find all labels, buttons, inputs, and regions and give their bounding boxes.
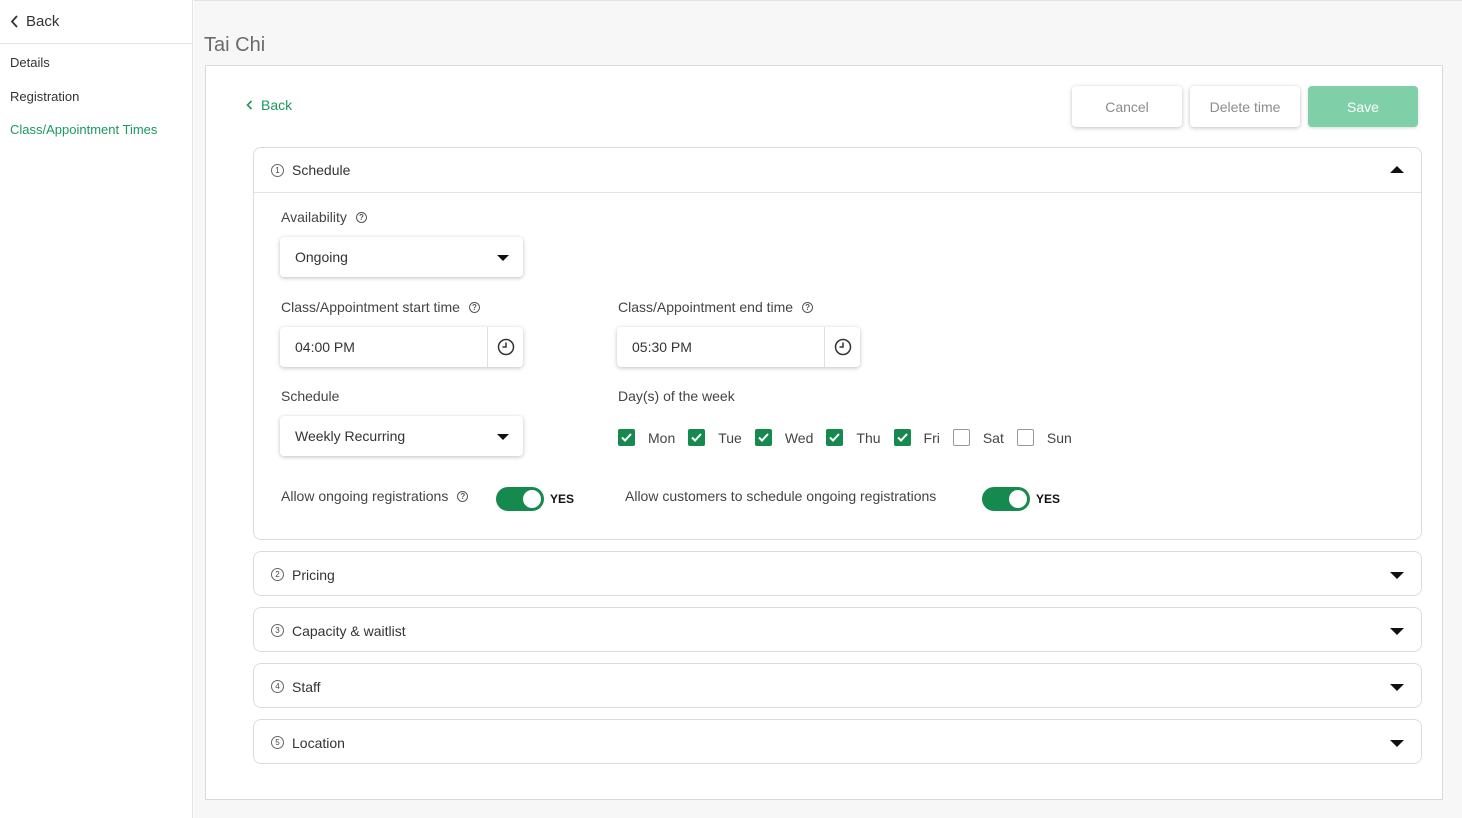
end-time-input[interactable]: 05:30 PM [617,327,860,367]
day-label: Fri [923,429,940,446]
help-icon[interactable]: ? [802,301,814,313]
day-checkbox-wed[interactable]: Wed [754,429,814,446]
end-time-label-text: Class/Appointment end time [618,299,794,315]
caret-down-icon [1390,740,1404,747]
start-time-label: Class/Appointment start time ? [281,299,480,315]
chevron-left-icon [10,15,18,28]
caret-down-icon [1390,628,1404,635]
day-label: Tue [718,429,742,446]
caret-down-icon [1390,684,1404,691]
schedule-label: Schedule [281,388,340,404]
back-link[interactable]: Back [246,97,292,113]
caret-down-icon [1390,572,1404,579]
availability-select[interactable]: Ongoing [280,237,523,277]
day-checkbox-sat[interactable]: Sat [952,429,1004,446]
toggle-knob [1009,490,1027,508]
checkbox-checked-icon[interactable] [688,429,706,446]
step-number-badge: 2 [271,568,284,581]
checkbox-checked-icon[interactable] [893,429,911,446]
day-checkbox-fri[interactable]: Fri [893,429,940,446]
dropdown-arrow-icon [497,255,509,261]
checkbox-unchecked-icon[interactable] [1016,429,1034,446]
step-number-badge: 5 [271,736,284,749]
section-location: 5 Location [253,719,1422,764]
customer-schedule-toggle[interactable] [982,487,1030,511]
section-pricing-header[interactable]: 2 Pricing [254,552,1421,597]
customer-schedule-toggle-wrap: YES [982,487,1060,511]
availability-value: Ongoing [295,249,348,265]
cancel-button[interactable]: Cancel [1072,86,1182,127]
section-schedule: 1 Schedule Availability ? Ongoing Class/… [253,147,1422,540]
sidebar-item-class-appointment-times[interactable]: Class/Appointment Times [0,122,157,137]
back-link-label: Back [261,97,293,113]
page-title: Tai Chi [204,34,266,56]
availability-label-text: Availability [281,209,347,225]
checkbox-checked-icon[interactable] [754,429,772,446]
section-capacity-waitlist: 3 Capacity & waitlist [253,607,1422,652]
day-checkbox-mon[interactable]: Mon [618,429,675,446]
start-time-label-text: Class/Appointment start time [281,299,460,315]
section-staff: 4 Staff [253,663,1422,708]
day-label: Sun [1046,429,1072,446]
clock-icon[interactable] [824,327,860,367]
section-title: Staff [292,678,321,695]
section-staff-header[interactable]: 4 Staff [254,664,1421,709]
start-time-input[interactable]: 04:00 PM [280,327,523,367]
availability-label: Availability ? [281,209,367,225]
days-of-week-group: Mon Tue Wed Thu Fri Sat Sun [618,429,1085,446]
section-location-header[interactable]: 5 Location [254,720,1421,765]
step-number-badge: 1 [271,163,284,177]
delete-time-button[interactable]: Delete time [1190,86,1300,127]
section-title: Schedule [292,162,351,178]
toggle-knob [523,490,541,508]
day-label: Mon [648,429,676,446]
sidebar-item-details[interactable]: Details [0,55,50,70]
sidebar-back-label: Back [26,13,60,30]
toggle-state-label: YES [1036,492,1061,506]
edit-time-panel: Back Cancel Delete time Save 1 Schedule … [205,65,1443,800]
section-title: Capacity & waitlist [292,622,406,639]
save-button[interactable]: Save [1308,86,1418,127]
section-capacity-header[interactable]: 3 Capacity & waitlist [254,608,1421,653]
customer-schedule-label: Allow customers to schedule ongoing regi… [625,488,937,504]
ongoing-registrations-toggle[interactable] [496,487,544,511]
ongoing-registrations-label-text: Allow ongoing registrations [281,488,449,504]
start-time-value: 04:00 PM [295,339,355,355]
schedule-select[interactable]: Weekly Recurring [280,416,523,456]
end-time-value: 05:30 PM [632,339,692,355]
step-number-badge: 3 [271,624,284,637]
end-time-label: Class/Appointment end time ? [618,299,814,315]
checkbox-checked-icon[interactable] [618,429,635,446]
day-checkbox-tue[interactable]: Tue [688,429,742,446]
checkbox-unchecked-icon[interactable] [952,429,970,446]
chevron-left-icon [246,100,253,110]
sidebar: Back Details Registration Class/Appointm… [0,0,193,818]
days-of-week-label: Day(s) of the week [618,388,735,404]
sidebar-item-registration[interactable]: Registration [0,89,79,104]
ongoing-registrations-toggle-wrap: YES [496,487,574,511]
day-checkbox-sun[interactable]: Sun [1016,429,1072,446]
section-pricing: 2 Pricing [253,551,1422,596]
clock-icon[interactable] [487,327,523,367]
section-title: Pricing [292,566,335,583]
schedule-value: Weekly Recurring [295,428,406,444]
help-icon[interactable]: ? [468,301,480,313]
checkbox-checked-icon[interactable] [826,429,844,446]
step-number-badge: 4 [271,680,284,693]
help-icon[interactable]: ? [355,211,367,223]
dropdown-arrow-icon [497,434,509,440]
section-title: Location [292,734,345,751]
day-checkbox-thu[interactable]: Thu [826,429,881,446]
day-label: Thu [856,429,881,446]
day-label: Wed [784,429,814,446]
toggle-state-label: YES [550,492,575,506]
ongoing-registrations-label: Allow ongoing registrations ? [281,488,469,504]
day-label: Sat [982,429,1004,446]
sidebar-back-link[interactable]: Back [0,0,192,44]
main-content: Tai Chi Back Cancel Delete time Save 1 S… [194,0,1462,818]
help-icon[interactable]: ? [457,490,469,502]
caret-up-icon [1390,166,1404,173]
section-schedule-header[interactable]: 1 Schedule [254,148,1421,193]
